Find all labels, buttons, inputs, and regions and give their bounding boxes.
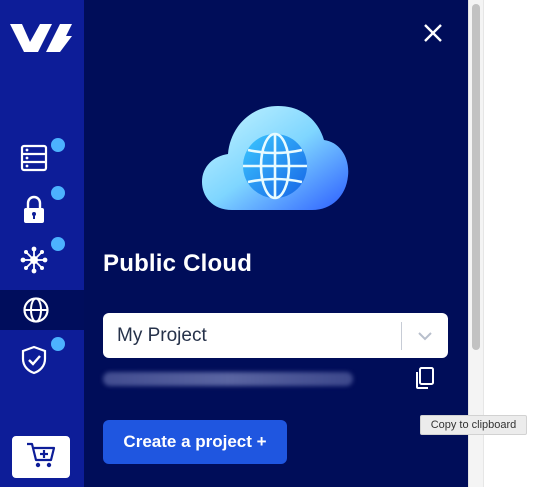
copy-icon xyxy=(413,366,435,395)
sidebar-item-network[interactable] xyxy=(0,240,84,280)
app-window: Public Cloud My Project Create a project… xyxy=(0,0,535,487)
public-cloud-panel: Public Cloud My Project Create a project… xyxy=(84,0,468,487)
cart-add-icon xyxy=(25,440,57,475)
notification-dot xyxy=(51,186,65,200)
project-select-value: My Project xyxy=(117,324,207,346)
sidebar-item-public-cloud[interactable] xyxy=(0,290,84,330)
sidebar-item-security[interactable] xyxy=(0,190,84,230)
sidebar-item-servers[interactable] xyxy=(0,138,84,178)
order-cart-button[interactable] xyxy=(10,434,72,480)
sidebar-item-identity[interactable] xyxy=(0,340,84,380)
icon-sidebar xyxy=(0,0,84,487)
project-select[interactable]: My Project xyxy=(103,313,448,358)
network-icon xyxy=(19,245,49,275)
project-id-redacted xyxy=(103,372,353,386)
notification-dot xyxy=(51,337,65,351)
ovh-logo-icon[interactable] xyxy=(8,18,74,58)
notification-dot xyxy=(51,237,65,251)
panel-title: Public Cloud xyxy=(103,250,253,277)
copy-project-id-button[interactable] xyxy=(410,366,438,394)
server-icon xyxy=(19,143,49,173)
chevron-down-icon[interactable] xyxy=(402,313,448,358)
create-project-button[interactable]: Create a project + xyxy=(103,420,287,464)
close-button[interactable] xyxy=(418,20,448,50)
close-icon xyxy=(424,23,442,47)
globe-icon xyxy=(21,295,51,325)
scrollbar-thumb[interactable] xyxy=(472,4,480,350)
lock-icon xyxy=(19,195,49,225)
copy-tooltip: Copy to clipboard xyxy=(420,415,527,435)
cloud-globe-icon xyxy=(202,106,349,210)
shield-check-icon xyxy=(19,345,49,375)
notification-dot xyxy=(51,138,65,152)
